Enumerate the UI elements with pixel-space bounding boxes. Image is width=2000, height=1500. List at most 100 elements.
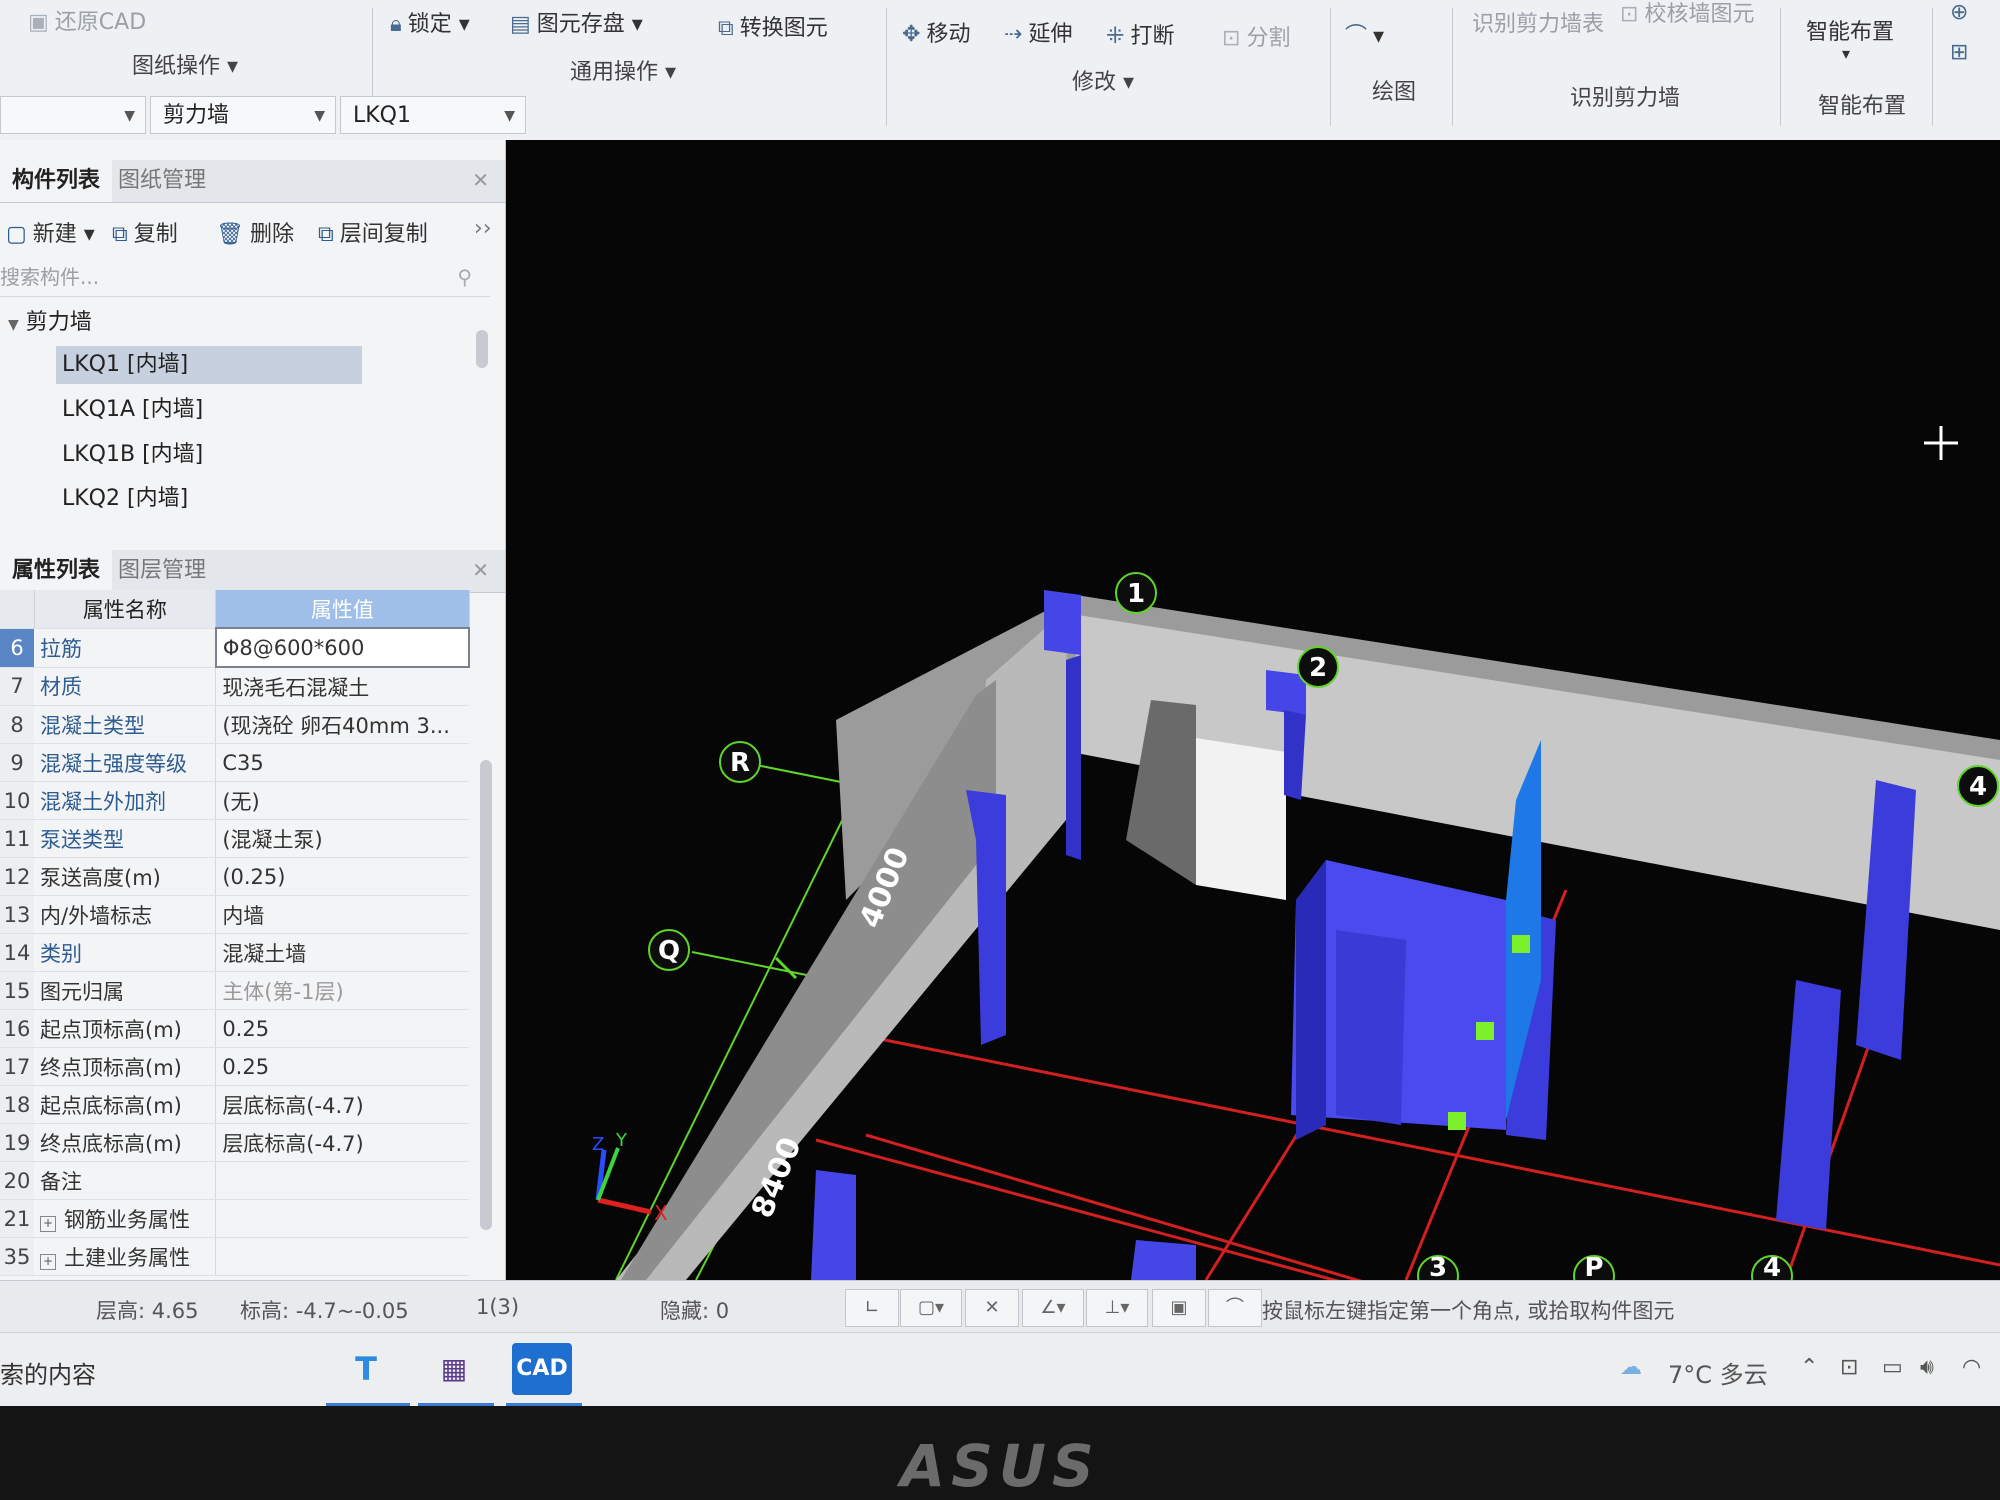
floor-select[interactable]: ▼ <box>0 96 146 134</box>
property-scrollbar[interactable] <box>480 760 492 1230</box>
floor-height-readout: 层高: 4.65 <box>96 1299 199 1323</box>
move-button[interactable]: ✥ 移动 <box>902 16 970 48</box>
tree-scrollbar[interactable] <box>476 330 488 368</box>
table-row[interactable]: 20 备注 <box>0 1161 469 1200</box>
property-value-input[interactable]: Φ8@600*600 <box>214 627 471 668</box>
trash-icon: 🗑︎ <box>216 222 244 247</box>
taskbar-app-t-icon[interactable]: T <box>336 1343 396 1395</box>
smart-layout-button[interactable]: 智能布置 <box>1806 14 1894 46</box>
selected-wall-element[interactable] <box>1291 860 1506 1140</box>
element-save-button[interactable]: ▤ 图元存盘 ▾ <box>510 6 643 38</box>
snap-icon[interactable]: ⊥▾ <box>1086 1289 1148 1327</box>
delete-button[interactable]: 🗑︎ 删除 <box>216 216 294 248</box>
split-button[interactable]: ⊡ 分割 <box>1222 20 1290 52</box>
angle-icon[interactable]: ∠▾ <box>1022 1289 1084 1327</box>
table-row[interactable]: 35 + 土建业务属性 <box>0 1237 469 1276</box>
table-row[interactable]: 10 混凝土外加剂 (无) <box>0 781 469 820</box>
table-row[interactable]: 18 起点底标高(m) 层底标高(-4.7) <box>0 1085 469 1124</box>
ortho-toggle-icon[interactable]: ∟ <box>845 1289 899 1327</box>
taskbar-app-cad-icon[interactable]: CAD <box>512 1343 572 1395</box>
battery-icon[interactable]: ▭ <box>1882 1355 1903 1380</box>
common-ops-group[interactable]: 通用操作 ▾ <box>570 54 676 86</box>
tab-layer-management[interactable]: 图层管理 <box>106 550 218 592</box>
arc-icon[interactable]: ⌒ <box>1208 1289 1262 1327</box>
extend-button[interactable]: ⇢ 延伸 <box>1004 16 1072 48</box>
grip-handle[interactable] <box>1476 1022 1494 1040</box>
table-row[interactable]: 12 泵送高度(m) (0.25) <box>0 857 469 896</box>
floor-copy-button[interactable]: ⧉ 层间复制 <box>318 216 428 248</box>
wifi-icon[interactable]: ◠ <box>1962 1355 1981 1380</box>
restore-cad-button[interactable]: ▣ 还原CAD <box>28 4 146 36</box>
table-row[interactable]: 16 起点顶标高(m) 0.25 <box>0 1009 469 1048</box>
column[interactable] <box>1044 590 1081 655</box>
tab-drawing-management[interactable]: 图纸管理 <box>106 160 218 202</box>
component-item[interactable]: LKQ1 [内墙] <box>56 346 362 384</box>
taskbar-app-gallery-icon[interactable]: ▦ <box>424 1343 484 1395</box>
column[interactable] <box>1066 655 1081 860</box>
tab-property-list[interactable]: 属性列表 <box>0 550 113 592</box>
move-icon: ✥ <box>902 22 921 47</box>
model-canvas[interactable]: 1 2 4 R Q 3 P 4 4000 8400 X Y Z <box>506 140 2000 1280</box>
table-row[interactable]: 11 泵送类型 (混凝土泵) <box>0 819 469 858</box>
component-item[interactable]: LKQ2 [内墙] <box>56 480 362 518</box>
settings-icon[interactable]: ⊕ <box>1950 0 1968 25</box>
volume-icon[interactable]: 🔊︎ <box>1920 1355 1934 1380</box>
save-icon: ▤ <box>510 12 531 37</box>
tab-component-list[interactable]: 构件列表 <box>0 160 113 202</box>
new-button[interactable]: ▢ 新建 ▾ <box>6 216 95 248</box>
category-select[interactable]: 剪力墙 ▼ <box>150 96 336 134</box>
draw-group: 绘图 <box>1372 80 1417 105</box>
table-row[interactable]: 6 拉筋 Φ8@600*600 <box>0 627 471 668</box>
display-icon[interactable]: ▣ <box>1152 1289 1206 1327</box>
grip-handle[interactable] <box>1448 1112 1466 1130</box>
drawing-ops-group[interactable]: 图纸操作 ▾ <box>132 48 238 80</box>
close-icon[interactable]: ✕ <box>472 168 489 192</box>
close-icon[interactable]: ✕ <box>472 558 489 582</box>
smart-layout-dropdown[interactable]: ▾ <box>1842 44 1850 63</box>
table-row[interactable]: 8 混凝土类型 (现浇砼 卵石40mm 3... <box>0 705 469 744</box>
component-search-input[interactable]: 搜索构件... ⚲ <box>0 258 490 297</box>
expand-icon[interactable]: + <box>40 1215 57 1232</box>
column[interactable] <box>811 1170 856 1280</box>
table-row[interactable]: 21 + 钢筋业务属性 <box>0 1199 469 1238</box>
component-item[interactable]: LKQ1A [内墙] <box>56 391 362 429</box>
select-mode-icon[interactable]: ▢▾ <box>900 1289 962 1327</box>
layout-icon[interactable]: ⊞ <box>1950 40 1968 65</box>
table-row[interactable]: 17 终点顶标高(m) 0.25 <box>0 1047 469 1086</box>
weather-text[interactable]: 7°C 多云 <box>1668 1355 1768 1390</box>
more-icon[interactable]: ›› <box>474 216 492 241</box>
3d-viewport[interactable]: 1 2 4 R Q 3 P 4 4000 8400 X Y Z <box>506 140 2000 1280</box>
lock-button[interactable]: 🔒︎ 锁定 ▾ <box>390 6 470 38</box>
table-row[interactable]: 19 终点底标高(m) 层底标高(-4.7) <box>0 1123 469 1162</box>
component-panel-tabs: 构件列表 图纸管理 ✕ <box>0 160 505 203</box>
tray-chevron-up-icon[interactable]: ⌃ <box>1800 1355 1818 1380</box>
search-icon: ⚲ <box>457 265 472 289</box>
copy-button[interactable]: ⧉ 复制 <box>112 216 178 248</box>
weather-icon[interactable]: ☁ <box>1620 1355 1642 1380</box>
modify-group[interactable]: 修改 ▾ <box>1072 64 1134 96</box>
column[interactable] <box>1131 1240 1196 1280</box>
split-icon: ⊡ <box>1222 26 1241 51</box>
table-row[interactable]: 7 材质 现浇毛石混凝土 <box>0 667 469 706</box>
grip-handle[interactable] <box>1512 935 1530 953</box>
component-item[interactable]: LKQ1B [内墙] <box>56 436 362 474</box>
convert-element-button[interactable]: ⧉ 转换图元 <box>718 10 828 42</box>
identify-wall-table-button[interactable]: 识别剪力墙表 <box>1472 6 1604 38</box>
new-icon: ▢ <box>6 222 27 247</box>
tree-root-shear-wall[interactable]: ▼ 剪力墙 <box>8 304 92 336</box>
table-row[interactable]: 9 混凝土强度等级 C35 <box>0 743 469 782</box>
component-select[interactable]: LKQ1 ▼ <box>340 96 526 134</box>
ribbon: ▣ 还原CAD 图纸操作 ▾ 🔒︎ 锁定 ▾ ▤ 图元存盘 ▾ ⧉ 转换图元 通用操作 … <box>0 0 2000 141</box>
taskbar-search-box[interactable]: 索的内容 <box>0 1355 96 1390</box>
table-row[interactable]: 14 类别 混凝土墙 <box>0 933 469 972</box>
command-hint: 按鼠标左键指定第一个角点, 或拾取构件图元 <box>1262 1299 1675 1323</box>
expand-icon[interactable]: + <box>40 1253 57 1270</box>
table-row[interactable]: 13 内/外墙标志 内墙 <box>0 895 469 934</box>
table-row[interactable]: 15 图元归属 主体(第-1层) <box>0 971 469 1010</box>
check-wall-element-button[interactable]: ⊡ 校核墙图元 <box>1620 0 1754 28</box>
tray-app-icon[interactable]: ⊡ <box>1840 1355 1858 1380</box>
column[interactable] <box>1776 980 1841 1230</box>
arc-draw-button[interactable]: ⌒ ▾ <box>1345 18 1384 50</box>
break-button[interactable]: ⁜ 打断 <box>1106 18 1174 50</box>
cross-select-icon[interactable]: ✕ <box>965 1289 1019 1327</box>
